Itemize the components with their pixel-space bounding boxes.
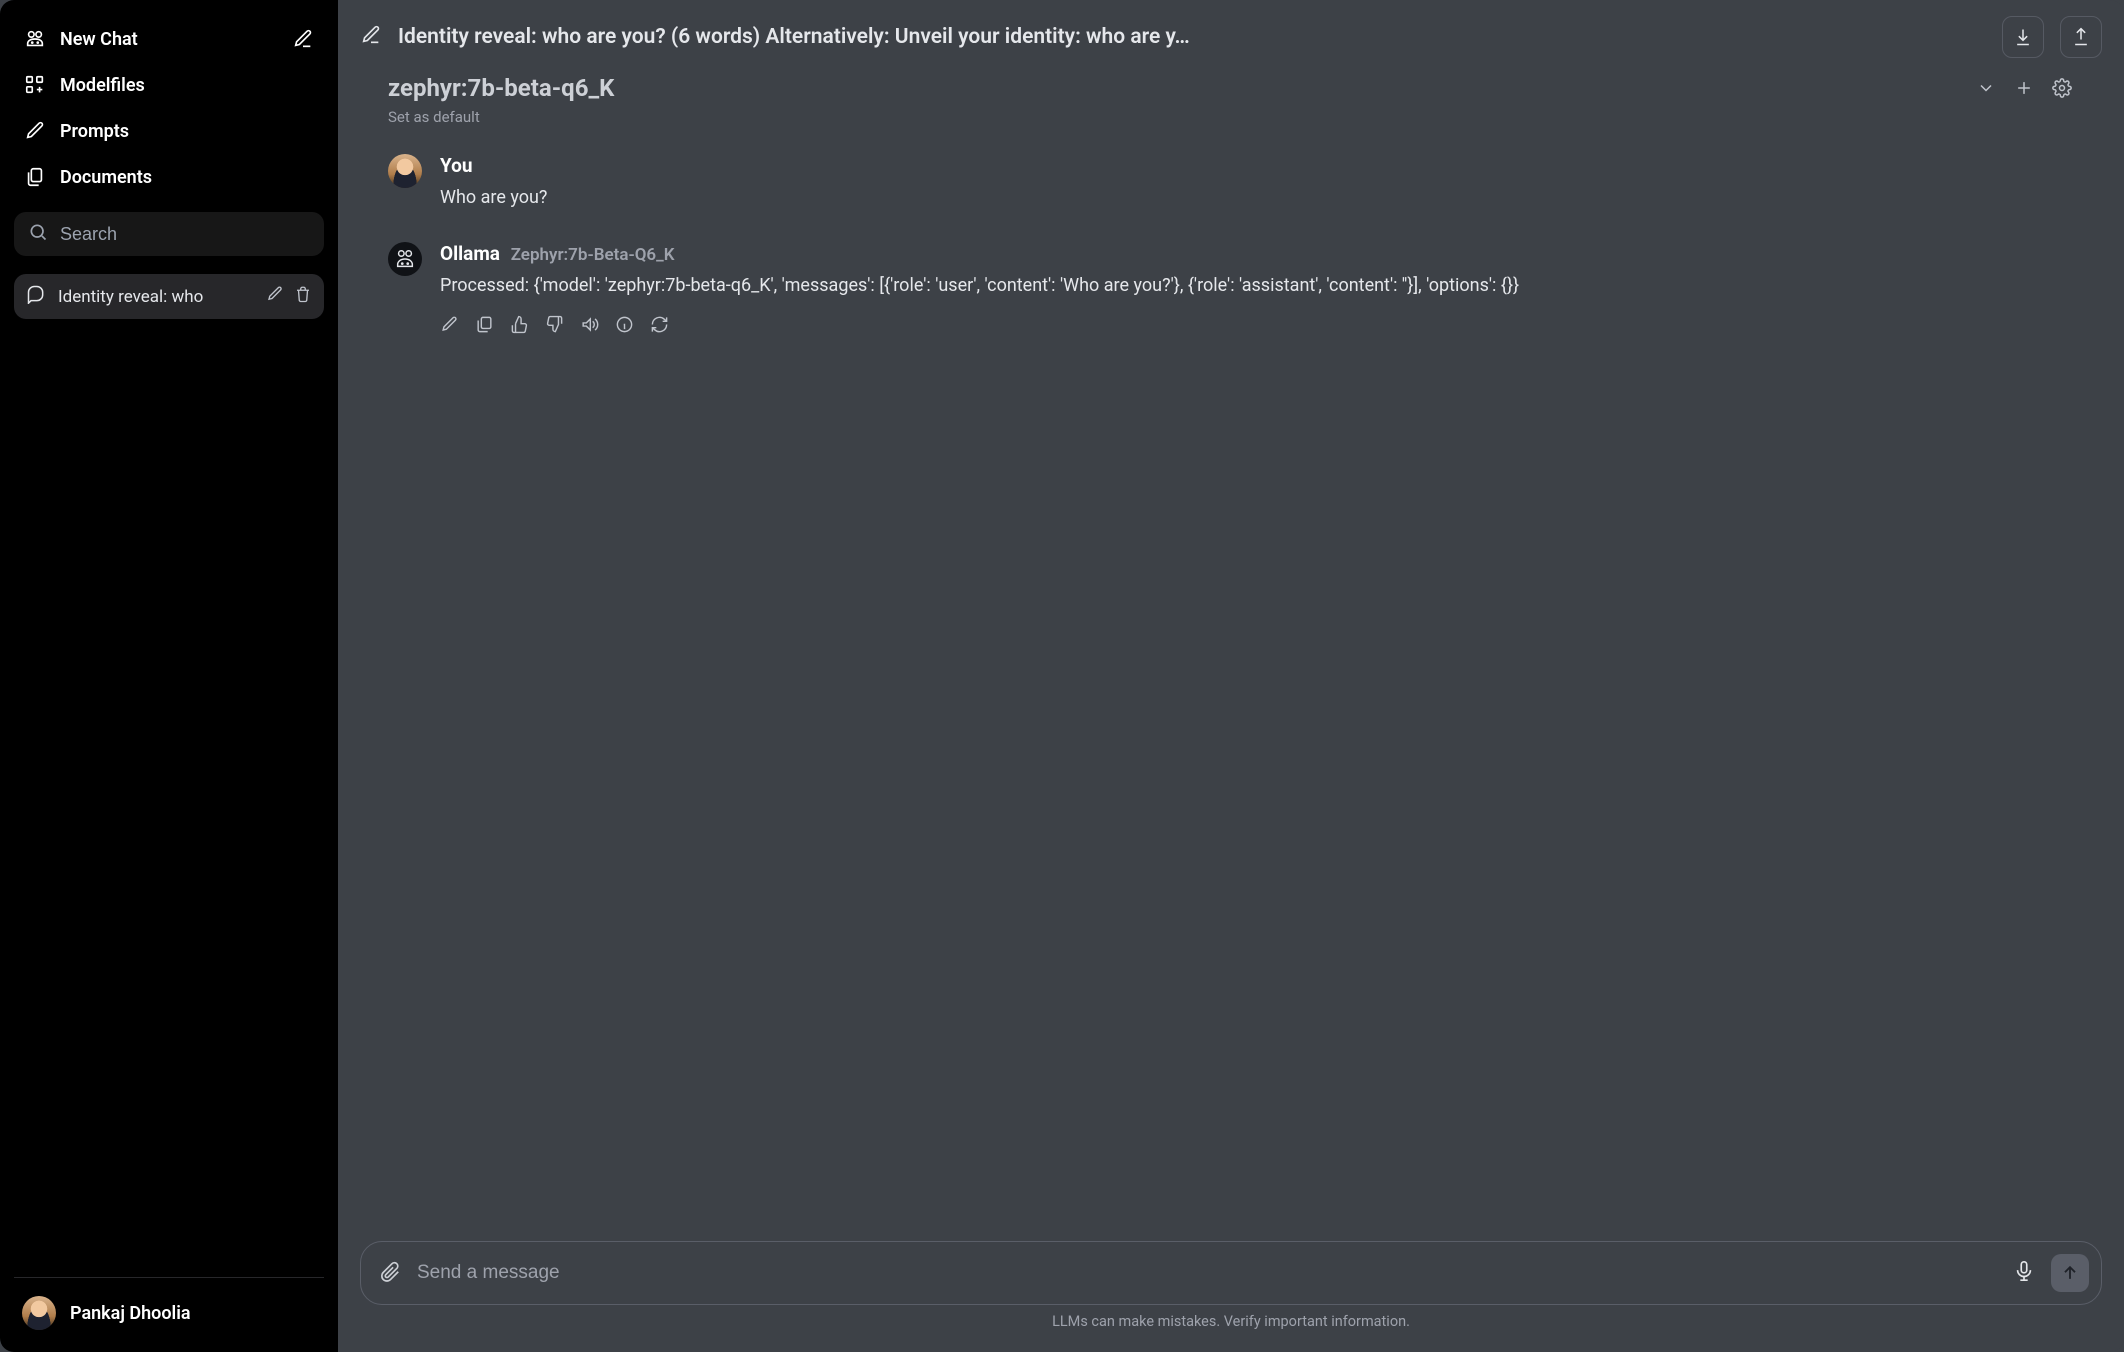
nav-prompts[interactable]: Prompts — [14, 110, 324, 152]
nav-documents-label: Documents — [60, 167, 152, 188]
copy-response-icon[interactable] — [475, 315, 494, 338]
search-box[interactable] — [14, 212, 324, 256]
chat-item-title: Identity reveal: who — [58, 287, 254, 307]
user-avatar-small — [388, 154, 422, 188]
disclaimer-text: LLMs can make mistakes. Verify important… — [360, 1305, 2102, 1344]
nav-modelfiles[interactable]: Modelfiles — [14, 64, 324, 106]
model-settings-icon[interactable] — [2050, 76, 2074, 100]
conversation-title: Identity reveal: who are you? (6 words) … — [398, 25, 1986, 49]
message-input[interactable] — [417, 1262, 1997, 1284]
grid-plus-icon — [24, 74, 46, 96]
set-default-button[interactable]: Set as default — [338, 102, 2124, 144]
chat-list: Identity reveal: who — [14, 274, 324, 319]
add-model-icon[interactable] — [2012, 76, 2036, 100]
user-avatar — [22, 1296, 56, 1330]
download-button[interactable] — [2002, 16, 2044, 58]
edit-response-icon[interactable] — [440, 315, 459, 338]
composer[interactable] — [360, 1241, 2102, 1305]
thumbs-up-icon[interactable] — [510, 315, 529, 338]
composer-area: LLMs can make mistakes. Verify important… — [338, 1241, 2124, 1352]
message-text: Who are you? — [440, 183, 2074, 214]
message-list: You Who are you? Ollama Zephyr:7b-Beta-Q… — [338, 144, 2124, 1241]
chevron-down-icon[interactable] — [1974, 76, 1998, 100]
pencil-icon — [24, 120, 46, 142]
search-input[interactable] — [60, 224, 310, 245]
send-button[interactable] — [2051, 1254, 2089, 1292]
microphone-icon[interactable] — [2013, 1260, 2035, 1286]
nav-modelfiles-label: Modelfiles — [60, 75, 145, 96]
message-author: You — [440, 154, 2074, 177]
regenerate-icon[interactable] — [650, 315, 669, 338]
chat-item[interactable]: Identity reveal: who — [14, 274, 324, 319]
chat-bubble-icon — [26, 284, 46, 309]
assistant-avatar — [388, 242, 422, 276]
app-logo-icon — [24, 28, 46, 50]
message-actions — [440, 315, 2074, 338]
nav-prompts-label: Prompts — [60, 121, 129, 142]
topbar: Identity reveal: who are you? (6 words) … — [338, 0, 2124, 66]
profile-menu[interactable]: Pankaj Dhoolia — [14, 1292, 324, 1338]
sidebar: New Chat Modelfiles Prompts — [0, 0, 338, 1352]
model-selector-row: zephyr:7b-beta-q6_K — [338, 66, 2124, 102]
delete-chat-icon[interactable] — [294, 285, 312, 308]
message-author: Ollama Zephyr:7b-Beta-Q6_K — [440, 242, 2074, 265]
message-text: Processed: {'model': 'zephyr:7b-beta-q6_… — [440, 271, 2074, 302]
search-icon — [28, 222, 48, 246]
user-message: You Who are you? — [388, 154, 2074, 214]
speaker-icon[interactable] — [580, 315, 599, 338]
nav-documents[interactable]: Documents — [14, 156, 324, 198]
main-panel: Identity reveal: who are you? (6 words) … — [338, 0, 2124, 1352]
documents-icon — [24, 166, 46, 188]
new-chat-button[interactable]: New Chat — [14, 18, 324, 60]
thumbs-down-icon[interactable] — [545, 315, 564, 338]
share-button[interactable] — [2060, 16, 2102, 58]
edit-chat-icon[interactable] — [266, 285, 284, 308]
new-chat-label: New Chat — [60, 29, 138, 50]
profile-name: Pankaj Dhoolia — [70, 1303, 191, 1324]
model-name[interactable]: zephyr:7b-beta-q6_K — [388, 74, 614, 102]
compose-icon[interactable] — [292, 28, 314, 50]
attach-icon[interactable] — [379, 1260, 401, 1286]
info-icon[interactable] — [615, 315, 634, 338]
assistant-message: Ollama Zephyr:7b-Beta-Q6_K Processed: {'… — [388, 242, 2074, 339]
edit-title-icon[interactable] — [360, 24, 382, 50]
message-model-tag: Zephyr:7b-Beta-Q6_K — [511, 245, 675, 265]
